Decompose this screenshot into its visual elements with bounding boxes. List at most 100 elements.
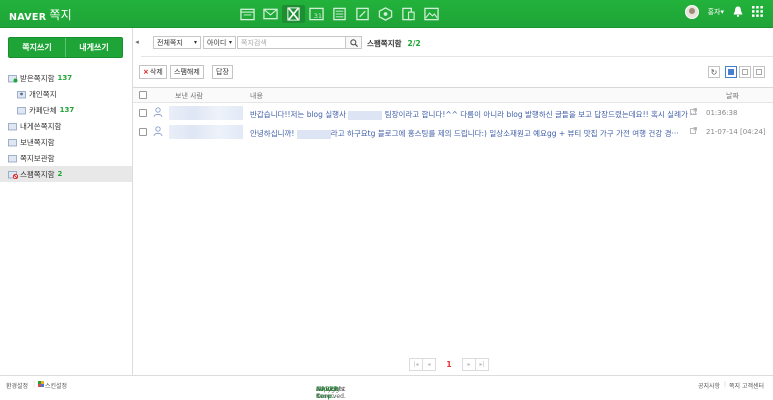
sender-person-icon[interactable]	[153, 126, 163, 139]
folder-item[interactable]: 스팸쪽지함 2	[0, 166, 132, 182]
notice-link[interactable]: 공지사항	[698, 381, 720, 390]
top-bar: NAVER 쪽지 31 홍자▾	[0, 0, 773, 28]
field-select[interactable]: 아이디 ▾	[203, 36, 236, 49]
user-area: 홍자▾	[684, 5, 763, 19]
last-page-button[interactable]: ▸|	[475, 358, 489, 371]
svg-text:31: 31	[314, 12, 322, 20]
folder-label: 받은쪽지함	[20, 73, 55, 83]
cafe-icon[interactable]	[374, 5, 397, 23]
message-date: 21-07-14 [04:24]	[706, 128, 766, 136]
calendar-icon[interactable]: 31	[305, 5, 328, 23]
skin-icon	[38, 381, 44, 389]
collapse-sidebar-icon[interactable]: ◂	[133, 28, 141, 56]
split-view-icon[interactable]	[739, 66, 751, 78]
search-icon[interactable]	[345, 36, 362, 49]
pagination: |◂ ◂ 1 ▸ ▸|	[409, 358, 489, 371]
message-date: 01:36:38	[706, 109, 738, 117]
cafe-group-icon	[17, 106, 27, 115]
archive-icon	[8, 154, 18, 163]
folder-label: 카페단체	[29, 105, 57, 115]
folder-item[interactable]: 받은쪽지함 137	[0, 70, 132, 86]
skin-settings-link[interactable]: 스킨설정	[45, 381, 67, 390]
message-content[interactable]: 안녕하십니까! 라고 하구요tg 블로그에 홍스팅를 제의 드립니다:) 일상소…	[250, 128, 679, 139]
folder-item[interactable]: 내게쓴쪽지함	[0, 118, 132, 134]
folder-count: 137	[57, 74, 73, 82]
full-view-icon[interactable]	[753, 66, 765, 78]
memo-icon[interactable]	[282, 5, 305, 23]
documents-icon[interactable]	[397, 5, 420, 23]
search-bar: 전체쪽지 ▾ 아이디 ▾ 쪽지검색 스팸쪽지함 2/2	[141, 28, 773, 57]
folder-count: 137	[59, 106, 75, 114]
current-page[interactable]: 1	[436, 358, 462, 371]
folder-item[interactable]: 카페단체 137	[0, 102, 132, 118]
folder-label: 스팸쪽지함	[20, 169, 55, 179]
avatar[interactable]	[684, 5, 699, 19]
message-text-start: 안녕하십니까!	[250, 129, 297, 138]
folder-count: 2	[57, 170, 63, 178]
table-row[interactable]: 반갑습니다!!저는 blog 실행사 팀장이라고 합니다!^^ 다름이 아니라 …	[133, 104, 773, 122]
row-checkbox[interactable]	[139, 109, 147, 117]
sent-icon	[8, 138, 18, 147]
sidebar: 쪽지쓰기 내게쓰기 받은쪽지함 137 개인쪽지 카페단체 137 내게쓴쪽지함 보낸쪽지함…	[0, 28, 133, 375]
spam-icon	[8, 170, 19, 179]
write-to-self-button[interactable]: 내게쓰기	[65, 38, 122, 57]
table-row[interactable]: 안녕하십니까! 라고 하구요tg 블로그에 홍스팅를 제의 드립니다:) 일상소…	[133, 123, 773, 141]
naver-logo[interactable]: NAVER 쪽지	[9, 7, 72, 24]
filter-select-value: 전체쪽지	[157, 38, 183, 47]
list-view-icon[interactable]	[725, 66, 737, 78]
action-toolbar: × 삭제 스팸해제 답장 ↻	[133, 57, 773, 86]
reply-button[interactable]: 답장	[212, 65, 233, 79]
col-date: 날짜	[726, 92, 739, 100]
settings-link[interactable]: 환경설정	[6, 381, 28, 390]
contacts-icon[interactable]	[328, 5, 351, 23]
open-new-window-icon[interactable]	[690, 108, 697, 117]
box-title: 스팸쪽지함 2/2	[367, 38, 421, 49]
field-select-value: 아이디	[207, 38, 227, 47]
customer-center-link[interactable]: 쪽지 고객센터	[729, 381, 764, 390]
redacted-text	[296, 129, 331, 139]
folder-item[interactable]: 보낸쪽지함	[0, 134, 132, 150]
col-content: 내용	[250, 92, 263, 100]
prev-page-button[interactable]: ◂	[422, 358, 436, 371]
mail-icon[interactable]	[259, 5, 282, 23]
note-icon[interactable]	[351, 5, 374, 23]
filter-select[interactable]: 전체쪽지 ▾	[153, 36, 201, 49]
footer: 환경설정 | 스킨설정 Copyright © NAVER Corp. All …	[0, 375, 773, 400]
select-all-checkbox[interactable]	[139, 91, 147, 99]
delete-label: 삭제	[149, 68, 163, 76]
folder-item[interactable]: 개인쪽지	[0, 86, 132, 102]
sender-person-icon[interactable]	[153, 107, 163, 120]
view-options: ↻	[708, 66, 765, 78]
calendar-app-icon[interactable]	[236, 5, 259, 23]
write-memo-button[interactable]: 쪽지쓰기	[9, 38, 65, 57]
folder-tree: 받은쪽지함 137 개인쪽지 카페단체 137 내게쓴쪽지함 보낸쪽지함 쪽지보관함 스팸쪽지함…	[0, 70, 132, 182]
folder-label: 보낸쪽지함	[20, 137, 55, 147]
photo-icon[interactable]	[420, 5, 443, 23]
refresh-icon[interactable]: ↻	[708, 66, 720, 78]
box-title-label: 스팸쪽지함	[367, 39, 402, 48]
unspam-button[interactable]: 스팸해제	[170, 65, 204, 79]
open-new-window-icon[interactable]	[690, 127, 697, 136]
footer-divider: |	[33, 381, 36, 388]
sender-name-redacted	[169, 125, 243, 139]
row-checkbox[interactable]	[139, 128, 147, 136]
user-name[interactable]: 홍자▾	[708, 7, 724, 17]
write-buttons: 쪽지쓰기 내게쓰기	[8, 37, 123, 58]
delete-button[interactable]: × 삭제	[139, 65, 167, 79]
delete-icon: ×	[143, 68, 149, 76]
box-count: 2/2	[407, 39, 421, 48]
message-content[interactable]: 반갑습니다!!저는 blog 실행사 팀장이라고 합니다!^^ 다름이 아니라 …	[250, 109, 697, 120]
message-text-start: 반갑습니다!!저는 blog 실행사	[250, 110, 349, 119]
grid-menu-icon[interactable]	[752, 5, 763, 19]
first-page-button[interactable]: |◂	[409, 358, 423, 371]
service-name[interactable]: 쪽지	[49, 8, 72, 22]
next-page-button[interactable]: ▸	[462, 358, 476, 371]
folder-item[interactable]: 쪽지보관함	[0, 150, 132, 166]
sender-name-redacted	[169, 106, 243, 120]
self-memo-icon	[8, 122, 18, 131]
search-input[interactable]: 쪽지검색	[237, 36, 346, 49]
copyright-suffix: All Rights Reserved.	[316, 386, 346, 400]
folder-label: 내게쓴쪽지함	[20, 121, 62, 131]
bell-icon[interactable]	[733, 6, 743, 19]
inbox-icon	[8, 74, 18, 83]
